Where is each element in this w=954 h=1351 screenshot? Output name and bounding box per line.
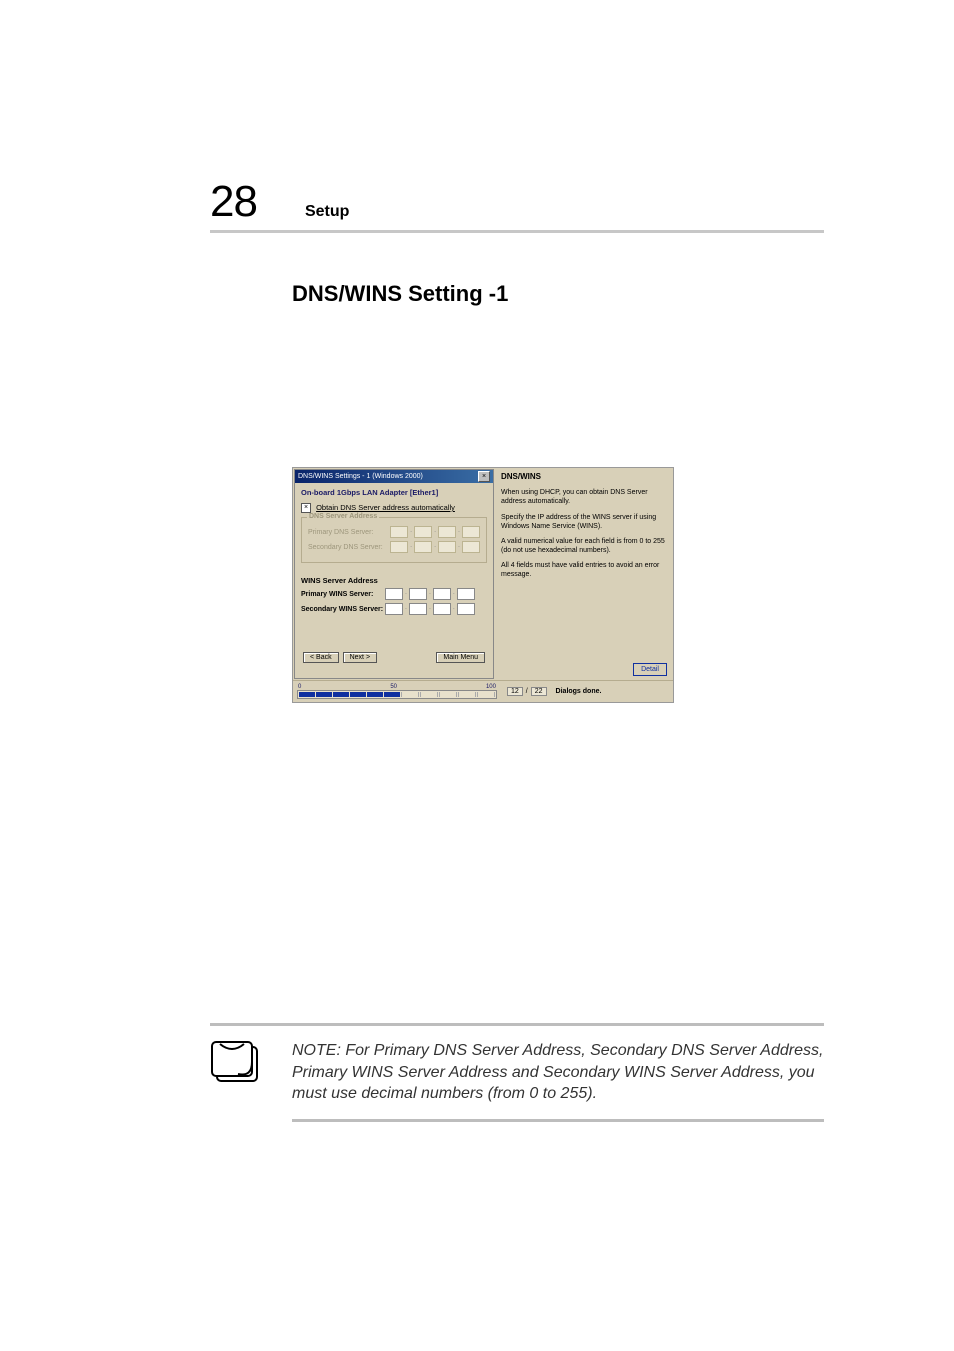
tick-100: 100 (486, 684, 496, 690)
back-button[interactable]: < Back (303, 652, 339, 663)
progress-area: 0 50 100 (297, 684, 497, 699)
progress-bar (297, 690, 497, 699)
primary-wins-input[interactable]: . . . (385, 588, 475, 600)
wins-group-legend: WINS Server Address (301, 576, 487, 585)
titlebar-text: DNS/WINS Settings - 1 (Windows 2000) (298, 473, 423, 480)
section-title: DNS/WINS Setting -1 (292, 281, 824, 307)
dialog-footer: 0 50 100 12 / 22 (293, 680, 673, 702)
dialog-left-panel: DNS/WINS Settings - 1 (Windows 2000) × O… (294, 469, 494, 679)
close-icon[interactable]: × (478, 471, 490, 482)
embedded-screenshot: DNS/WINS Settings - 1 (Windows 2000) × O… (292, 467, 672, 703)
progress-sep: / (526, 688, 528, 695)
obtain-dns-checkbox[interactable]: × Obtain DNS Server address automaticall… (301, 503, 487, 513)
obtain-dns-label: Obtain DNS Server address automatically (316, 503, 455, 512)
next-button[interactable]: Next > (343, 652, 377, 663)
help-p4: All 4 fields must have valid entries to … (501, 561, 667, 579)
help-title: DNS/WINS (501, 472, 667, 482)
page-header: 28 Setup (210, 180, 824, 233)
secondary-wins-label: Secondary WINS Server: (301, 606, 385, 613)
main-menu-button[interactable]: Main Menu (436, 652, 485, 663)
page-number: 28 (210, 180, 257, 224)
help-p1: When using DHCP, you can obtain DNS Serv… (501, 488, 667, 506)
dns-group: DNS Server Address Primary DNS Server: .… (301, 517, 487, 563)
titlebar: DNS/WINS Settings - 1 (Windows 2000) × (295, 470, 493, 483)
adapter-line: On-board 1Gbps LAN Adapter [Ether1] (301, 488, 487, 497)
secondary-wins-input[interactable]: . . . (385, 603, 475, 615)
note-icon (210, 1040, 260, 1084)
progress-total: 22 (531, 687, 547, 696)
secondary-dns-input: . . . (390, 541, 480, 553)
document-page: 28 Setup DNS/WINS Setting -1 DNS/WINS Se… (0, 0, 954, 1351)
progress-current: 12 (507, 687, 523, 696)
header-label: Setup (305, 203, 349, 221)
detail-button[interactable]: Detail (633, 663, 667, 676)
progress-status: Dialogs done. (556, 688, 602, 695)
tick-50: 50 (390, 684, 397, 690)
dialog-window: DNS/WINS Settings - 1 (Windows 2000) × O… (292, 467, 674, 703)
note-text: NOTE: For Primary DNS Server Address, Se… (292, 1023, 824, 1122)
secondary-dns-label: Secondary DNS Server: (308, 544, 390, 551)
help-p3: A valid numerical value for each field i… (501, 537, 667, 555)
dns-group-legend: DNS Server Address (307, 513, 379, 520)
checkbox-icon: × (301, 503, 311, 513)
wins-group: WINS Server Address Primary WINS Server:… (301, 571, 487, 624)
primary-wins-label: Primary WINS Server: (301, 591, 385, 598)
tick-0: 0 (298, 684, 301, 690)
help-p2: Specify the IP address of the WINS serve… (501, 513, 667, 531)
note-block: NOTE: For Primary DNS Server Address, Se… (210, 1023, 824, 1122)
primary-dns-label: Primary DNS Server: (308, 529, 390, 536)
primary-dns-input: . . . (390, 526, 480, 538)
help-panel: DNS/WINS When using DHCP, you can obtain… (495, 468, 673, 680)
